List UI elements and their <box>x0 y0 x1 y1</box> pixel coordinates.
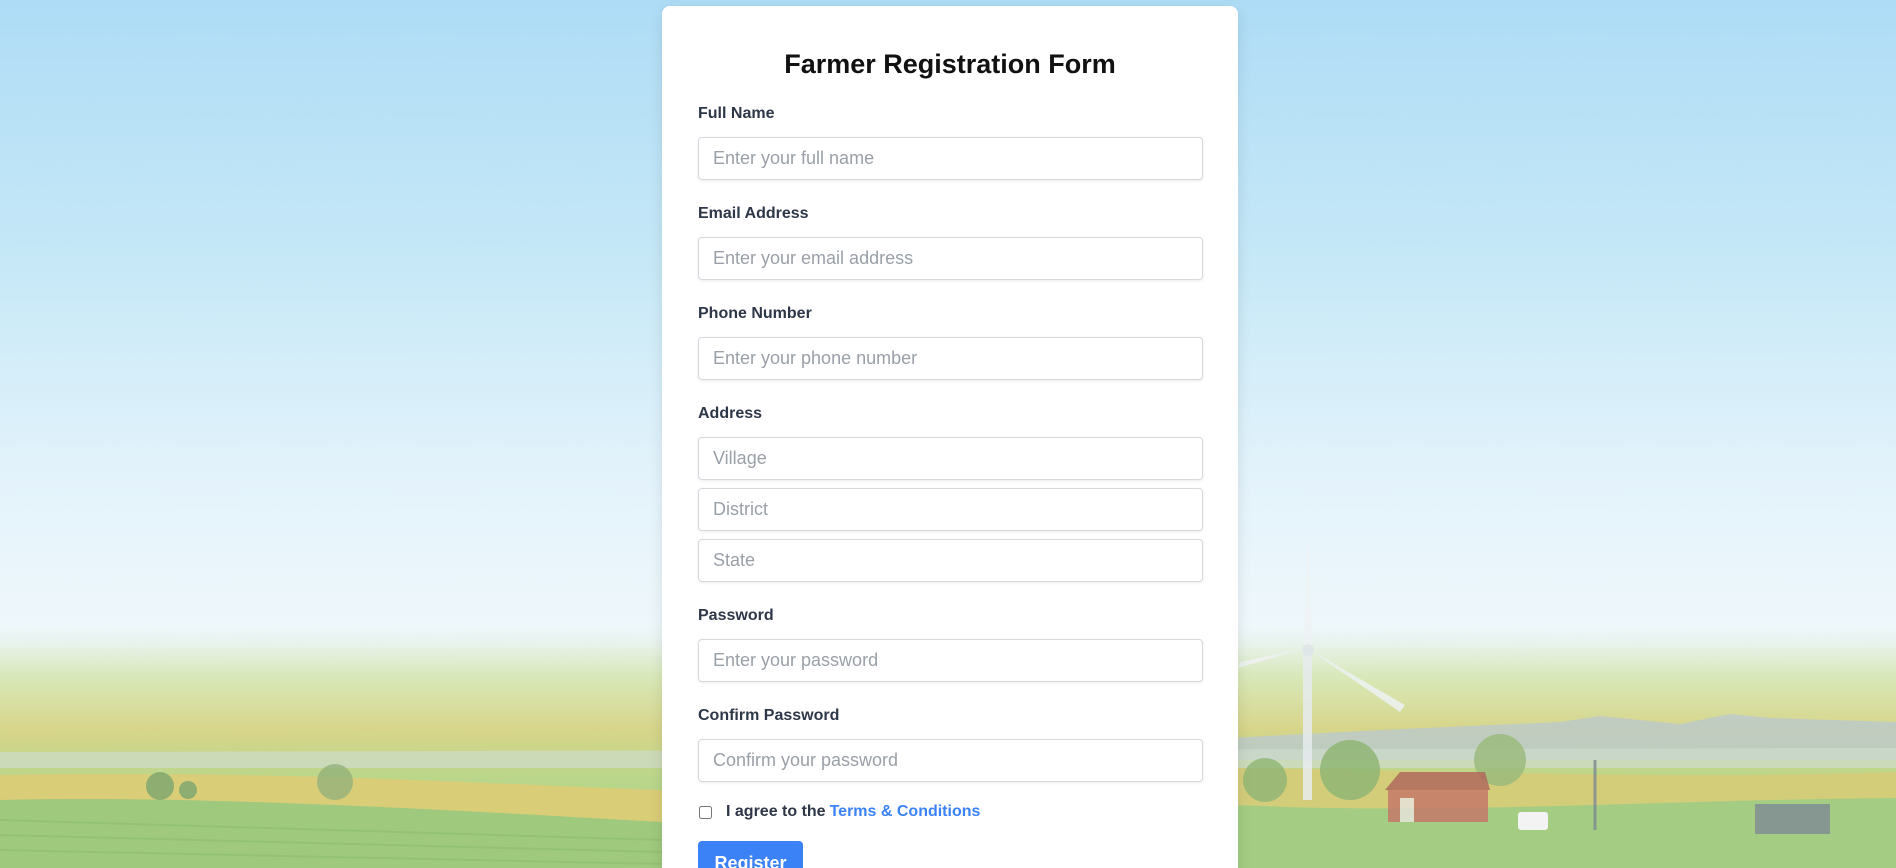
village-input[interactable] <box>698 437 1203 480</box>
tree <box>179 781 197 799</box>
register-button[interactable]: Register <box>698 841 803 868</box>
address-label: Address <box>698 405 763 422</box>
district-input[interactable] <box>698 488 1203 531</box>
full-name-input[interactable] <box>698 137 1203 180</box>
email-label: Email Address <box>698 205 809 222</box>
confirm-password-input[interactable] <box>698 739 1203 782</box>
tree <box>146 772 174 800</box>
state-input[interactable] <box>698 539 1203 582</box>
tree <box>317 764 353 800</box>
email-input[interactable] <box>698 237 1203 280</box>
terms-text: I agree to the <box>726 803 826 820</box>
terms-link[interactable]: Terms & Conditions <box>830 803 981 821</box>
registration-card: Farmer Registration Form Full Name Email… <box>662 6 1238 868</box>
form-title: Farmer Registration Form <box>784 49 1116 79</box>
barn <box>1385 772 1490 822</box>
password-input[interactable] <box>698 639 1203 682</box>
phone-label: Phone Number <box>698 305 812 322</box>
vehicle <box>1518 812 1548 830</box>
shed <box>1755 804 1830 834</box>
tree <box>1243 758 1287 802</box>
terms-checkbox[interactable] <box>699 805 712 819</box>
password-label: Password <box>698 607 774 624</box>
tree <box>1320 740 1380 800</box>
full-name-label: Full Name <box>698 105 775 122</box>
phone-input[interactable] <box>698 337 1203 380</box>
terms-row: I agree to the Terms & Conditions <box>698 802 1202 822</box>
confirm-password-label: Confirm Password <box>698 707 840 724</box>
